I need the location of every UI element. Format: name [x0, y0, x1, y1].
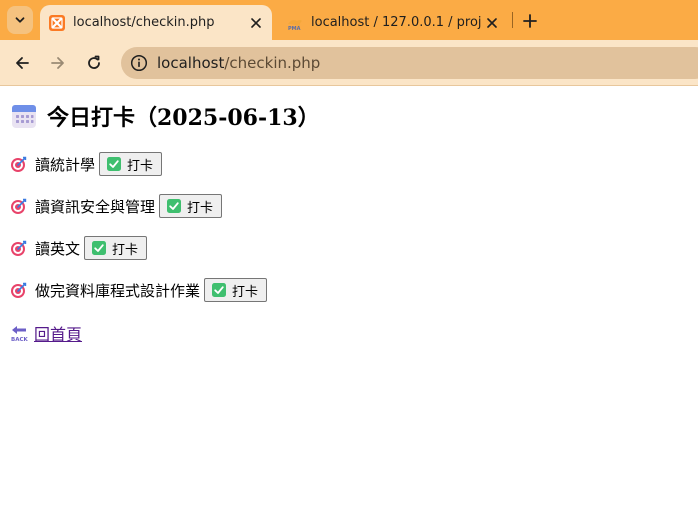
back-button[interactable] — [8, 49, 36, 77]
target-icon — [11, 156, 27, 172]
forward-button[interactable] — [44, 49, 72, 77]
checkin-button[interactable]: 打卡 — [159, 194, 223, 218]
tab-title: localhost/checkin.php — [73, 15, 215, 30]
chevron-down-icon — [15, 17, 25, 23]
browser-toolbar: localhost/checkin.php — [0, 40, 698, 86]
back-arrow-icon: BACK — [11, 326, 28, 342]
task-label: 做完資料庫程式設計作業 — [35, 281, 201, 300]
task-item: 讀英文 打卡 — [10, 236, 148, 260]
checkin-button[interactable]: 打卡 — [99, 152, 163, 176]
page-title: 今日打卡（2025-06-13） — [47, 105, 320, 131]
close-tab-icon[interactable] — [246, 13, 266, 33]
back-home-link-row: BACK 回首頁 — [10, 321, 82, 345]
reload-button[interactable] — [80, 49, 108, 77]
info-icon[interactable] — [130, 54, 148, 72]
url-host: localhost — [157, 54, 225, 72]
url-path: /checkin.php — [224, 54, 321, 72]
target-icon — [11, 282, 27, 298]
plus-icon — [523, 14, 537, 28]
checkin-button[interactable]: 打卡 — [204, 278, 268, 302]
svg-text:PMA: PMA — [288, 26, 301, 31]
back-home-link[interactable]: 回首頁 — [34, 321, 82, 345]
check-mark-icon — [167, 199, 182, 213]
xampp-icon — [49, 14, 65, 31]
svg-text:BACK: BACK — [11, 337, 28, 342]
reload-icon — [88, 55, 100, 69]
tab-phpmyadmin[interactable]: PMA localhost / 127.0.0.1 / project — [278, 5, 508, 40]
checkin-button-label: 打卡 — [112, 241, 139, 257]
page-content: 今日打卡（2025-06-13） 讀統計學 打卡 讀資訊安全與管理 打卡 讀英文… — [0, 87, 698, 506]
address-bar[interactable]: localhost/checkin.php — [121, 47, 698, 79]
tab-search-button[interactable] — [7, 6, 33, 34]
target-icon — [11, 198, 27, 214]
close-tab-icon[interactable] — [482, 13, 502, 33]
checkin-button[interactable]: 打卡 — [84, 236, 148, 260]
task-item: 讀資訊安全與管理 打卡 — [10, 194, 223, 218]
arrow-left-icon — [16, 57, 29, 69]
tab-checkin[interactable]: localhost/checkin.php — [40, 5, 272, 40]
task-label: 讀統計學 — [35, 155, 96, 174]
calendar-icon — [12, 105, 36, 128]
url-text: localhost/checkin.php — [157, 54, 320, 72]
tab-strip: localhost/checkin.php PMA localhost / 12… — [0, 0, 698, 40]
task-item: 做完資料庫程式設計作業 打卡 — [10, 278, 268, 302]
task-item: 讀統計學 打卡 — [10, 152, 163, 176]
checkin-button-label: 打卡 — [127, 157, 154, 173]
phpmyadmin-icon: PMA — [288, 19, 302, 31]
target-icon — [11, 240, 27, 256]
new-tab-button[interactable] — [518, 9, 542, 33]
page-heading: 今日打卡（2025-06-13） — [11, 100, 320, 132]
task-label: 讀資訊安全與管理 — [35, 197, 156, 216]
task-label: 讀英文 — [35, 239, 81, 258]
check-mark-icon — [92, 241, 107, 255]
checkin-button-label: 打卡 — [187, 199, 214, 215]
tab-title: localhost / 127.0.0.1 / project — [311, 15, 482, 30]
arrow-right-icon — [51, 57, 64, 69]
check-mark-icon — [107, 157, 122, 171]
check-mark-icon — [212, 283, 227, 297]
checkin-button-label: 打卡 — [232, 283, 259, 299]
tab-divider — [512, 12, 513, 28]
